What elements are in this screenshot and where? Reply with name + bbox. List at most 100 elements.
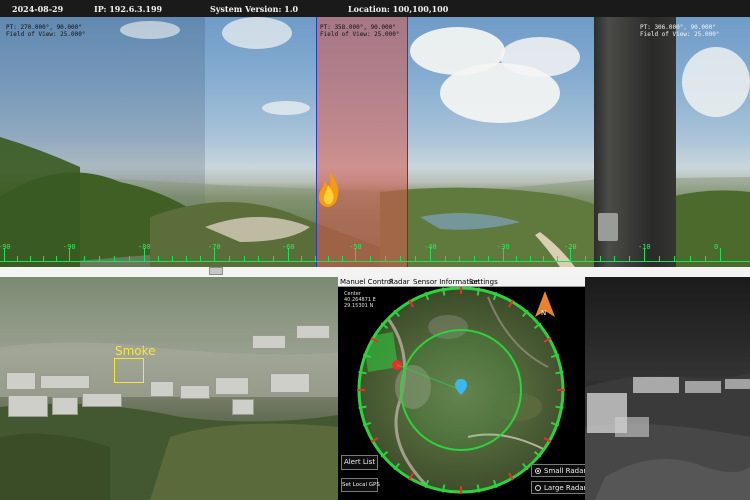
bearing-minor-tick: [543, 256, 545, 262]
left-camera-fov: Field of View: 25.000°: [6, 31, 86, 38]
pole-bracket: [598, 213, 618, 241]
bearing-tick-label: 0: [714, 243, 719, 251]
fire-icon[interactable]: [316, 169, 342, 209]
building: [40, 375, 90, 389]
bearing-minor-tick: [415, 256, 416, 262]
smoke-detection-label: Smoke: [115, 344, 156, 358]
bearing-minor-tick: [370, 256, 371, 262]
bearing-tick-label: -50: [349, 243, 362, 251]
radar-tick: [358, 370, 367, 375]
bearing-minor-tick: [516, 256, 518, 262]
menu-settings[interactable]: Settings: [469, 278, 498, 286]
bearing-minor-tick: [400, 256, 401, 262]
thermal-camera-feed[interactable]: [585, 277, 750, 500]
bearing-minor-tick: [258, 256, 260, 262]
bearing-minor-tick: [243, 256, 245, 262]
thermal-building: [685, 381, 721, 393]
bearing-tick-label: -90: [63, 243, 76, 251]
radar-tick: [476, 287, 481, 296]
small-radar-radio-dot: [535, 467, 541, 474]
radar-tick: [358, 405, 367, 410]
radar-tick: [555, 370, 564, 375]
bearing-minor-tick: [84, 256, 85, 262]
bearing-minor-tick: [273, 256, 275, 262]
bearing-minor-tick: [473, 256, 475, 262]
radar-tick: [441, 287, 446, 296]
status-version: System Version: 1.0: [210, 4, 299, 14]
large-radar-radio[interactable]: Large Radar: [531, 481, 591, 494]
bearing-tick-label: -70: [208, 243, 221, 251]
alert-list-button[interactable]: Alert List: [341, 455, 378, 470]
compass-letter: N: [541, 309, 546, 317]
bearing-minor-tick: [556, 256, 558, 262]
bearing-minor-tick: [614, 256, 616, 262]
center-camera-fov: Field of View: 25.000°: [320, 31, 400, 38]
menu-manuel-control[interactable]: Manuel Control: [340, 278, 393, 286]
bearing-minor-tick: [584, 256, 586, 262]
bearing-tick-label: -40: [424, 243, 437, 251]
building: [52, 397, 78, 415]
right-camera-pt: PT: 306.000°, 90.000°: [640, 24, 716, 31]
bearing-minor-tick: [385, 256, 386, 262]
thermal-building: [725, 379, 750, 389]
bearing-minor-tick: [444, 256, 446, 262]
status-bar: 2024-08-29 IP: 192.6.3.199 System Versio…: [0, 0, 750, 17]
thermal-building: [615, 417, 649, 437]
left-camera-pt: PT: 270.000°, 90.000°: [6, 24, 82, 31]
bearing-minor-tick: [659, 256, 661, 262]
building: [6, 372, 36, 390]
bearing-minor-tick: [488, 256, 490, 262]
bearing-minor-tick: [30, 256, 31, 262]
right-camera-info: PT: 306.000°, 90.000° Field of View: 25.…: [640, 24, 719, 38]
bearing-minor-tick: [172, 256, 173, 262]
building: [82, 393, 122, 407]
status-location: Location: 100,100,100: [348, 4, 449, 14]
building: [8, 395, 48, 417]
radar-tick: [441, 484, 446, 493]
zoom-camera-feed[interactable]: [0, 277, 338, 500]
monitoring-app: 2024-08-29 IP: 192.6.3.199 System Versio…: [0, 0, 750, 500]
bearing-minor-tick: [599, 256, 601, 262]
large-radar-radio-dot: [535, 484, 541, 491]
bearing-minor-tick: [674, 256, 676, 262]
menu-radar[interactable]: Radar: [389, 278, 410, 286]
bearing-tick-label: -90: [0, 243, 11, 251]
bearing-minor-tick: [314, 256, 316, 262]
smoke-detection-box[interactable]: [114, 358, 144, 383]
selected-sector[interactable]: [316, 17, 408, 267]
bearing-minor-tick: [99, 256, 100, 262]
set-local-gps-button[interactable]: Set Local GPS: [341, 478, 380, 492]
small-radar-radio[interactable]: Small Radar: [531, 464, 591, 477]
bearing-minor-tick: [43, 256, 44, 262]
bearing-minor-tick: [459, 256, 461, 262]
bearing-minor-tick: [158, 256, 159, 262]
large-radar-label: Large Radar: [544, 483, 587, 492]
panorama-view[interactable]: PT: 270.000°, 90.000° Field of View: 25.…: [0, 17, 750, 267]
bearing-minor-tick: [328, 256, 330, 262]
bearing-minor-tick: [186, 256, 187, 262]
bearing-scale-line: [0, 261, 750, 262]
compass-icon: N: [535, 291, 555, 317]
radar-tick: [476, 484, 481, 493]
right-camera-fov: Field of View: 25.000°: [640, 31, 720, 38]
building: [150, 381, 174, 397]
bearing-minor-tick: [629, 256, 631, 262]
center-camera-info: PT: 358.000°, 90.000° Field of View: 25.…: [320, 24, 399, 38]
bearing-tick: [720, 248, 721, 262]
panel-divider: [0, 267, 750, 277]
building: [296, 325, 330, 339]
bearing-minor-tick: [114, 256, 115, 262]
bearing-minor-tick: [228, 256, 230, 262]
thermal-building: [633, 377, 679, 393]
building: [215, 377, 249, 395]
bearing-minor-tick: [17, 256, 18, 262]
bearing-minor-tick: [529, 256, 531, 262]
bearing-tick-label: -30: [497, 243, 510, 251]
divider-handle[interactable]: [209, 267, 223, 275]
bearing-minor-tick: [56, 256, 57, 262]
left-camera-info: PT: 270.000°, 90.000° Field of View: 25.…: [6, 24, 85, 38]
bearing-minor-tick: [301, 256, 303, 262]
radar-tick: [555, 405, 564, 410]
bearing-minor-tick: [129, 256, 130, 262]
bearing-tick-label: -60: [282, 243, 295, 251]
